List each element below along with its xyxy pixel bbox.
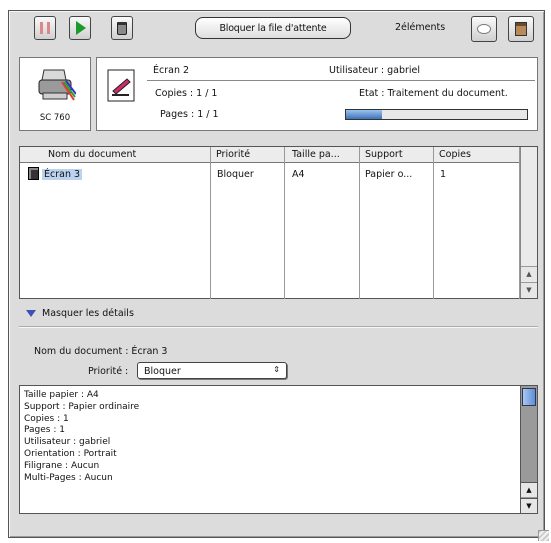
scroll-up-arrow[interactable]: ▲ — [521, 482, 537, 497]
trash-icon — [117, 21, 127, 35]
resume-button[interactable] — [69, 16, 91, 40]
printer-icon — [38, 69, 76, 101]
scroll-down-arrow[interactable]: ▼ — [521, 498, 537, 513]
scroll-thumb[interactable] — [522, 388, 536, 406]
row-copies: 1 — [440, 169, 447, 180]
document-icon — [28, 167, 39, 180]
details-scrollbar[interactable]: ▲ ▼ — [520, 386, 537, 513]
detail-line: Filigrane : Aucun — [24, 460, 100, 471]
column-header-priority[interactable]: Priorité — [216, 149, 250, 160]
printer-panel: SC 760 — [19, 57, 91, 131]
table-row[interactable]: Écran 3 Bloquer A4 Papier o... 1 — [20, 165, 521, 181]
detail-line: Multi-Pages : Aucun — [24, 472, 113, 483]
current-job-copies: Copies : 1 / 1 — [155, 88, 218, 99]
play-icon — [76, 21, 86, 35]
detail-document-name: Nom du document : Écran 3 — [34, 346, 168, 357]
column-header-paper-size[interactable]: Taille pa... — [292, 149, 340, 160]
column-header-document[interactable]: Nom du document — [48, 149, 136, 160]
current-job-pages: Pages : 1 / 1 — [160, 109, 219, 120]
row-priority: Bloquer — [217, 169, 254, 180]
disclosure-triangle-icon — [26, 310, 36, 317]
details-list: Taille papier : A4 Support : Papier ordi… — [19, 385, 538, 514]
scroll-down-arrow[interactable]: ▼ — [521, 282, 537, 297]
row-support: Papier o... — [365, 169, 413, 180]
row-paper-size: A4 — [292, 169, 305, 180]
detail-line: Utilisateur : gabriel — [24, 437, 111, 448]
details-toggle-label: Masquer les détails — [42, 308, 134, 319]
printer-info-button[interactable] — [508, 16, 534, 42]
detail-line: Orientation : Portrait — [24, 448, 117, 459]
resize-grip[interactable] — [538, 530, 549, 541]
hold-queue-button[interactable]: Bloquer la file d'attente — [195, 17, 351, 39]
delete-button[interactable] — [111, 16, 133, 40]
detail-line: Support : Papier ordinaire — [24, 401, 140, 412]
pause-icon — [40, 22, 50, 34]
printer-name: SC 760 — [39, 113, 71, 123]
help-balloon-button[interactable] — [471, 16, 497, 42]
current-job-status: Etat : Traitement du document. — [359, 88, 508, 99]
current-job-user: Utilisateur : gabriel — [329, 65, 421, 76]
detail-line: Taille papier : A4 — [24, 390, 99, 400]
row-document-name-text: Écran 3 — [42, 169, 83, 180]
column-header-support[interactable]: Support — [365, 149, 403, 160]
detail-line: Pages : 1 — [24, 425, 65, 436]
detail-line: Copies : 1 — [24, 413, 69, 424]
balloon-icon — [477, 24, 491, 34]
priority-select[interactable]: Bloquer ⇕ — [137, 362, 287, 379]
scroll-up-arrow[interactable]: ▲ — [521, 266, 537, 281]
priority-label: Priorité : — [88, 366, 129, 377]
queue-table: Nom du document Priorité Taille pa... Su… — [19, 146, 538, 299]
divider — [147, 80, 535, 81]
pause-button[interactable] — [34, 16, 56, 40]
job-progress-fill — [346, 110, 383, 119]
job-progress-bar — [345, 109, 528, 120]
details-lines: Taille papier : A4 Support : Papier ordi… — [24, 390, 139, 484]
updown-arrows-icon: ⇕ — [273, 365, 280, 374]
divider — [19, 326, 538, 327]
printer-info-icon — [515, 22, 527, 36]
priority-select-value: Bloquer — [144, 366, 181, 377]
queue-scrollbar[interactable]: ▲ ▼ — [520, 147, 537, 298]
table-header: Nom du document Priorité Taille pa... Su… — [20, 147, 521, 163]
element-count: 2éléments — [395, 22, 446, 33]
document-icon — [107, 69, 135, 102]
column-header-copies[interactable]: Copies — [439, 149, 471, 160]
hold-queue-button-label: Bloquer la file d'attente — [219, 22, 327, 34]
row-document-name: Écran 3 — [42, 169, 83, 180]
current-job-name: Écran 2 — [153, 65, 190, 76]
details-toggle[interactable]: Masquer les détails — [26, 308, 134, 319]
current-job-panel: Écran 2 Utilisateur : gabriel Copies : 1… — [96, 57, 538, 131]
